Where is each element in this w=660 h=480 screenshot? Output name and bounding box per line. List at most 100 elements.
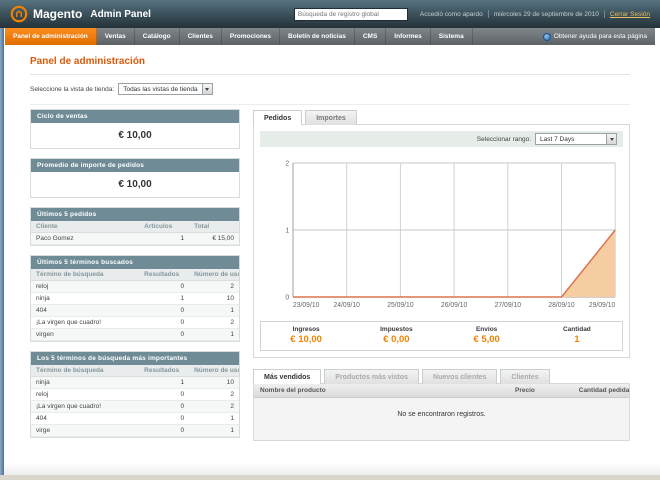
table-row[interactable]: ¡La virgen que cuadro! 0 2 [31, 400, 239, 413]
logged-in-as: Accedió como apardo [419, 10, 483, 18]
uses-cell: 1 [189, 304, 239, 317]
stat-tax: Impuestos € 0,00 [380, 326, 413, 345]
column-header: Resultados [139, 365, 190, 377]
items-cell: 1 [139, 232, 190, 245]
window-bottom-edge [0, 475, 660, 480]
column-header: Nombre del producto [254, 384, 509, 398]
svg-text:27/09/10: 27/09/10 [495, 302, 522, 309]
column-header: Cliente [31, 221, 140, 233]
tab-most-viewed[interactable]: Productos más vistos [324, 369, 420, 384]
results-cell: 0 [139, 328, 190, 341]
window-bottom-fade [0, 463, 660, 475]
store-view-select[interactable]: Todas las vistas de tienda [118, 83, 213, 95]
uses-cell: 1 [189, 424, 239, 437]
page-title: Panel de administración [30, 56, 630, 75]
header-divider [603, 10, 605, 18]
stat-quantity: Cantidad 1 [562, 326, 591, 345]
nav-item-cms[interactable]: CMS [355, 28, 387, 45]
total-cell: € 15,00 [189, 232, 239, 245]
logo-text: Magento [33, 7, 83, 21]
nav-item-sales[interactable]: Ventas [97, 28, 135, 45]
term-cell: ninja [31, 376, 140, 389]
magento-logo-icon [10, 5, 28, 23]
nav-item-promotions[interactable]: Promociones [222, 28, 281, 45]
logout-link[interactable]: Cerrar Sesión [610, 11, 650, 18]
term-cell: ninja [31, 292, 140, 305]
svg-text:28/09/10: 28/09/10 [548, 302, 575, 309]
term-cell: reloj [31, 388, 140, 401]
svg-text:24/09/10: 24/09/10 [334, 302, 361, 309]
dashboard-sidebar: Ciclo de ventas € 10,00 Promedio de impo… [30, 109, 240, 467]
nav-item-catalog[interactable]: Catálogo [135, 28, 180, 45]
column-header: Resultados [139, 269, 190, 281]
table-row[interactable]: ¡La virgen que cuadro! 0 2 [31, 316, 239, 329]
lifetime-sales-value: € 10,00 [118, 130, 152, 141]
bestsellers-card: Nombre del producto Precio Cantidad pedi… [253, 383, 630, 441]
table-row[interactable]: virgen 0 1 [31, 328, 239, 341]
svg-text:2: 2 [285, 160, 289, 167]
global-search-input[interactable] [293, 7, 408, 21]
results-cell: 0 [139, 412, 190, 425]
average-orders-value: € 10,00 [118, 179, 152, 190]
panel-header: Últimos 5 pedidos [31, 208, 239, 221]
svg-text:29/09/10: 29/09/10 [589, 302, 616, 309]
column-header: Precio [509, 384, 573, 398]
uses-cell: 2 [189, 388, 239, 401]
last-search-terms-panel: Últimos 5 términos buscados Término de b… [30, 255, 240, 342]
last-orders-panel: Últimos 5 pedidos Cliente Artículos Tota… [30, 207, 240, 246]
results-cell: 1 [139, 292, 190, 305]
table-row[interactable]: reloj 0 2 [31, 280, 239, 293]
totals-bar: Ingresos € 10,00 Impuestos € 0,00 Envíos… [260, 321, 623, 351]
term-cell: ¡La virgen que cuadro! [31, 400, 140, 413]
column-header: Artículos [139, 221, 190, 233]
lifetime-sales-panel: Ciclo de ventas € 10,00 [30, 109, 240, 149]
term-cell: 404 [31, 304, 140, 317]
page-content: Panel de administración Seleccione la vi… [5, 45, 655, 475]
orders-chart-svg: 0 1 2 23/09/10 24/09/10 25/09/10 26/09/10 27/09… [285, 160, 616, 309]
tab-orders[interactable]: Pedidos [253, 110, 303, 125]
range-value: Last 7 Days [540, 135, 575, 143]
average-orders-panel: Promedio de importe de pedidos € 10,00 [30, 158, 240, 198]
range-label: Seleccionar rango: [476, 135, 531, 143]
uses-cell: 1 [189, 328, 239, 341]
nav-item-system[interactable]: Sistema [431, 28, 473, 45]
range-select[interactable]: Last 7 Days [535, 133, 617, 145]
uses-cell: 2 [189, 316, 239, 329]
help-link[interactable]: Obtener ayuda para esta página [542, 28, 655, 45]
nav-item-newsletter[interactable]: Boletín de noticias [280, 28, 355, 45]
tab-customers[interactable]: Clientes [500, 369, 550, 384]
results-cell: 0 [139, 388, 190, 401]
chevron-down-icon [201, 84, 212, 94]
orders-chart: 0 1 2 23/09/10 24/09/10 25/09/10 26/09/10 27/09… [260, 155, 623, 313]
chevron-down-icon [606, 134, 616, 144]
nav-item-dashboard[interactable]: Panel de administración [5, 28, 97, 45]
stat-revenue: Ingresos € 10,00 [290, 326, 322, 345]
panel-header: Los 5 términos de búsqueda más important… [31, 352, 239, 365]
uses-cell: 2 [189, 400, 239, 413]
table-row[interactable]: virge 0 1 [31, 424, 239, 437]
svg-text:23/09/10: 23/09/10 [293, 302, 320, 309]
term-cell: 404 [31, 412, 140, 425]
table-row[interactable]: ninja 1 10 [31, 376, 239, 389]
nav-item-customers[interactable]: Clientes [180, 28, 222, 45]
results-cell: 0 [139, 304, 190, 317]
tab-amounts[interactable]: Importes [305, 110, 357, 125]
tab-new-customers[interactable]: Nuevos clientes [422, 369, 498, 384]
term-cell: reloj [31, 280, 140, 293]
svg-text:0: 0 [285, 294, 289, 301]
dashboard-main: Pedidos Importes Seleccionar rango: Last… [253, 109, 630, 467]
table-row[interactable]: ninja 1 10 [31, 292, 239, 305]
tab-bestsellers[interactable]: Más vendidos [253, 369, 322, 384]
logo-suffix: Admin Panel [90, 8, 151, 20]
nav-item-reports[interactable]: Informes [386, 28, 431, 45]
window-left-edge [0, 28, 4, 476]
term-cell: ¡La virgen que cuadro! [31, 316, 140, 329]
table-row[interactable]: 404 0 1 [31, 412, 239, 425]
results-cell: 0 [139, 280, 190, 293]
panel-header: Promedio de importe de pedidos [31, 159, 239, 172]
table-row[interactable]: reloj 0 2 [31, 388, 239, 401]
term-cell: virgen [31, 328, 140, 341]
table-row[interactable]: Paco Gomez 1 € 15,00 [31, 232, 239, 245]
uses-cell: 10 [189, 376, 239, 389]
table-row[interactable]: 404 0 1 [31, 304, 239, 317]
